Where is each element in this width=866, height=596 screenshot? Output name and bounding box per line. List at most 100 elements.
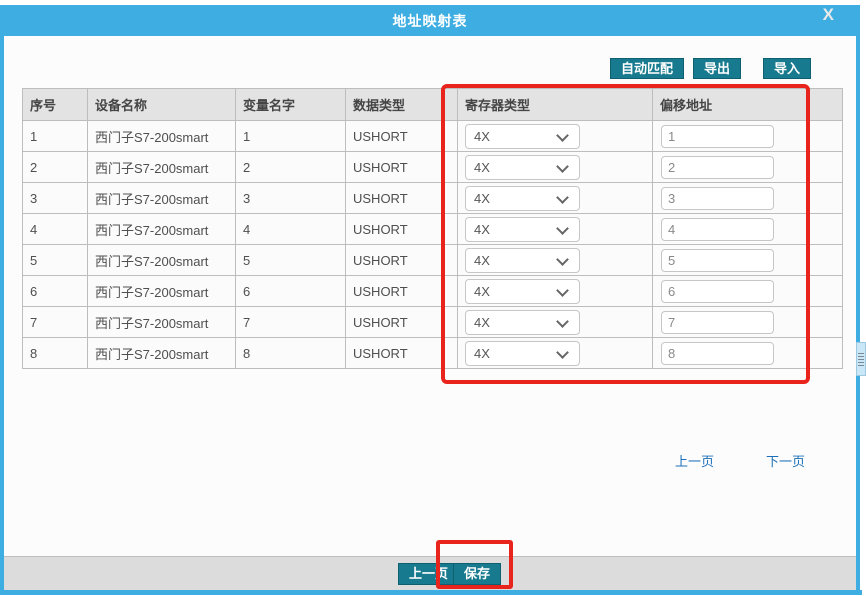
save-button[interactable]: 保存 bbox=[453, 563, 501, 585]
row-empty-cell bbox=[807, 152, 843, 183]
row-register-type-cell: 4X bbox=[458, 276, 653, 307]
row-variable-name-cell: 8 bbox=[236, 338, 346, 369]
row-variable-name-cell: 6 bbox=[236, 276, 346, 307]
row-register-type-cell: 4X bbox=[458, 183, 653, 214]
offset-address-input[interactable] bbox=[661, 187, 774, 210]
row-variable-name-cell: 7 bbox=[236, 307, 346, 338]
row-offset-address-cell bbox=[653, 183, 807, 214]
header-seq: 序号 bbox=[23, 89, 88, 121]
header-data-type: 数据类型 bbox=[346, 89, 458, 121]
offset-address-input[interactable] bbox=[661, 125, 774, 148]
row-register-type-cell: 4X bbox=[458, 307, 653, 338]
row-data-type-cell: USHORT bbox=[346, 245, 458, 276]
row-empty-cell bbox=[807, 307, 843, 338]
offset-address-input[interactable] bbox=[661, 311, 774, 334]
row-seq-cell: 7 bbox=[23, 307, 88, 338]
row-seq-cell: 6 bbox=[23, 276, 88, 307]
table-row: 3西门子S7-200smart3USHORT4X bbox=[23, 183, 843, 214]
row-register-type-cell: 4X bbox=[458, 152, 653, 183]
chevron-down-icon bbox=[556, 284, 569, 297]
table-row: 2西门子S7-200smart2USHORT4X bbox=[23, 152, 843, 183]
row-seq-cell: 5 bbox=[23, 245, 88, 276]
row-device-name-cell: 西门子S7-200smart bbox=[88, 245, 236, 276]
row-empty-cell bbox=[807, 121, 843, 152]
row-data-type-cell: USHORT bbox=[346, 338, 458, 369]
row-variable-name-cell: 3 bbox=[236, 183, 346, 214]
register-type-select[interactable]: 4X bbox=[465, 279, 580, 304]
offset-address-input[interactable] bbox=[661, 280, 774, 303]
row-offset-address-cell bbox=[653, 245, 807, 276]
side-panel-grip-handle[interactable] bbox=[856, 342, 866, 376]
header-register-type: 寄存器类型 bbox=[458, 89, 653, 121]
row-offset-address-cell bbox=[653, 152, 807, 183]
offset-address-input[interactable] bbox=[661, 156, 774, 179]
register-type-value: 4X bbox=[474, 284, 490, 299]
chevron-down-icon bbox=[556, 129, 569, 142]
row-seq-cell: 4 bbox=[23, 214, 88, 245]
register-type-select[interactable]: 4X bbox=[465, 248, 580, 273]
table-row: 7西门子S7-200smart7USHORT4X bbox=[23, 307, 843, 338]
row-register-type-cell: 4X bbox=[458, 245, 653, 276]
register-type-select[interactable]: 4X bbox=[465, 217, 580, 242]
register-type-value: 4X bbox=[474, 191, 490, 206]
offset-address-input[interactable] bbox=[661, 342, 774, 365]
register-type-value: 4X bbox=[474, 315, 490, 330]
row-data-type-cell: USHORT bbox=[346, 214, 458, 245]
register-type-select[interactable]: 4X bbox=[465, 310, 580, 335]
table-row: 4西门子S7-200smart4USHORT4X bbox=[23, 214, 843, 245]
row-device-name-cell: 西门子S7-200smart bbox=[88, 307, 236, 338]
row-register-type-cell: 4X bbox=[458, 338, 653, 369]
row-empty-cell bbox=[807, 338, 843, 369]
address-mapping-table: 序号 设备名称 变量名字 数据类型 寄存器类型 偏移地址 1西门子S7-200s… bbox=[22, 88, 843, 369]
row-seq-cell: 1 bbox=[23, 121, 88, 152]
row-data-type-cell: USHORT bbox=[346, 307, 458, 338]
chevron-down-icon bbox=[556, 346, 569, 359]
row-empty-cell bbox=[807, 276, 843, 307]
footer-prev-page-button[interactable]: 上一页 bbox=[398, 563, 459, 585]
register-type-select[interactable]: 4X bbox=[465, 341, 580, 366]
row-register-type-cell: 4X bbox=[458, 121, 653, 152]
row-device-name-cell: 西门子S7-200smart bbox=[88, 338, 236, 369]
auto-match-button[interactable]: 自动匹配 bbox=[610, 58, 684, 79]
register-type-select[interactable]: 4X bbox=[465, 155, 580, 180]
offset-address-input[interactable] bbox=[661, 249, 774, 272]
import-button[interactable]: 导入 bbox=[763, 58, 811, 79]
close-icon[interactable]: X bbox=[823, 4, 834, 26]
row-data-type-cell: USHORT bbox=[346, 276, 458, 307]
header-offset-address: 偏移地址 bbox=[653, 89, 807, 121]
chevron-down-icon bbox=[556, 160, 569, 173]
header-empty bbox=[807, 89, 843, 121]
register-type-value: 4X bbox=[474, 222, 490, 237]
row-register-type-cell: 4X bbox=[458, 214, 653, 245]
chevron-down-icon bbox=[556, 315, 569, 328]
table-header-row: 序号 设备名称 变量名字 数据类型 寄存器类型 偏移地址 bbox=[23, 89, 843, 121]
row-data-type-cell: USHORT bbox=[346, 121, 458, 152]
row-seq-cell: 2 bbox=[23, 152, 88, 183]
chevron-down-icon bbox=[556, 253, 569, 266]
register-type-select[interactable]: 4X bbox=[465, 124, 580, 149]
address-mapping-dialog: 地址映射表 X 自动匹配 导出 导入 序号 设备名称 变量名字 数据类型 寄存器… bbox=[0, 0, 866, 596]
row-offset-address-cell bbox=[653, 307, 807, 338]
export-button[interactable]: 导出 bbox=[693, 58, 741, 79]
prev-page-link[interactable]: 上一页 bbox=[675, 451, 714, 470]
row-data-type-cell: USHORT bbox=[346, 152, 458, 183]
register-type-select[interactable]: 4X bbox=[465, 186, 580, 211]
row-device-name-cell: 西门子S7-200smart bbox=[88, 121, 236, 152]
row-offset-address-cell bbox=[653, 214, 807, 245]
register-type-value: 4X bbox=[474, 129, 490, 144]
dialog-title: 地址映射表 bbox=[393, 11, 468, 31]
row-offset-address-cell bbox=[653, 338, 807, 369]
row-data-type-cell: USHORT bbox=[346, 183, 458, 214]
header-device-name: 设备名称 bbox=[88, 89, 236, 121]
offset-address-input[interactable] bbox=[661, 218, 774, 241]
row-empty-cell bbox=[807, 214, 843, 245]
row-device-name-cell: 西门子S7-200smart bbox=[88, 152, 236, 183]
row-empty-cell bbox=[807, 245, 843, 276]
mapping-table-body: 1西门子S7-200smart1USHORT4X2西门子S7-200smart2… bbox=[23, 121, 843, 369]
row-variable-name-cell: 2 bbox=[236, 152, 346, 183]
row-device-name-cell: 西门子S7-200smart bbox=[88, 214, 236, 245]
register-type-value: 4X bbox=[474, 346, 490, 361]
register-type-value: 4X bbox=[474, 253, 490, 268]
next-page-link[interactable]: 下一页 bbox=[766, 451, 805, 470]
dialog-titlebar: 地址映射表 bbox=[0, 5, 860, 36]
